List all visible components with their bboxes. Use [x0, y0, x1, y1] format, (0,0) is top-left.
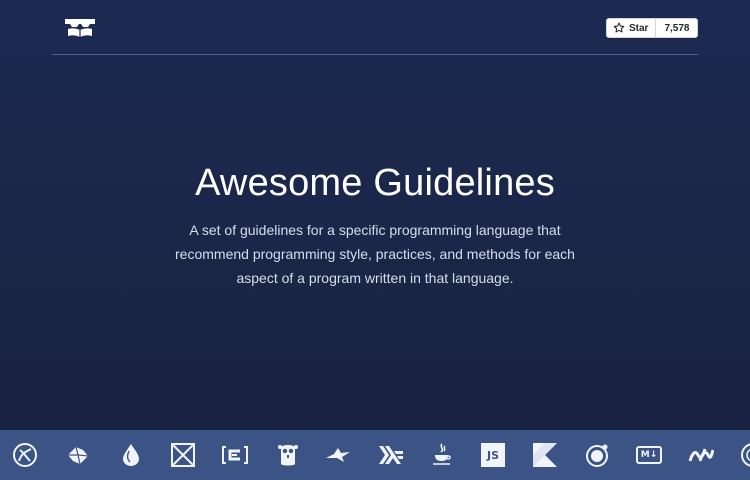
ring-icon-svg: [586, 444, 608, 467]
language-strip: JS M↓: [0, 430, 750, 480]
elm-icon[interactable]: [66, 442, 92, 468]
language-icon-row: JS M↓: [0, 430, 750, 480]
header-divider: [52, 54, 698, 55]
github-star-button[interactable]: Star: [607, 19, 657, 37]
circle-badge-icon-svg: [741, 443, 750, 467]
brackets-c-icon-svg: [222, 446, 248, 464]
star-count-link[interactable]: 7,578: [656, 19, 697, 37]
box-lambda-icon-svg: [171, 443, 195, 467]
markdown-icon[interactable]: M↓: [636, 442, 662, 468]
elixir-icon-svg: [123, 444, 139, 466]
markdown-label: M↓: [640, 449, 658, 460]
hero-section: Awesome Guidelines A set of guidelines f…: [0, 160, 750, 290]
github-star-widget: Star 7,578: [606, 18, 699, 38]
haskell-lambda-icon[interactable]: [170, 442, 196, 468]
java-icon[interactable]: [429, 442, 455, 468]
elixir-icon[interactable]: [118, 442, 144, 468]
gopher-icon[interactable]: [275, 442, 301, 468]
kotlin-icon-svg: [533, 443, 557, 467]
clojure-icon-svg: [13, 443, 37, 467]
brackets-c-icon[interactable]: [222, 442, 248, 468]
glasses-book-logo-icon[interactable]: [64, 18, 96, 38]
elm-icon-svg: [68, 446, 89, 465]
page-title: Awesome Guidelines: [195, 162, 555, 204]
star-label: Star: [629, 22, 649, 34]
bird-wing-icon-svg: [326, 448, 350, 462]
clojure-icon[interactable]: [12, 442, 38, 468]
haskell-icon[interactable]: [378, 442, 404, 468]
page: { "header": { "logo_icon": "glasses-book…: [0, 0, 750, 480]
page-description: A set of guidelines for a specific progr…: [175, 222, 575, 286]
top-bar: Star 7,578: [0, 0, 750, 56]
javascript-icon[interactable]: JS: [480, 442, 506, 468]
star-outline-icon: [613, 22, 625, 33]
java-cup-icon-svg: [433, 443, 451, 465]
php-icon[interactable]: [740, 442, 750, 468]
dotnet-icon-svg: [688, 448, 714, 462]
objective-c-icon[interactable]: [325, 442, 351, 468]
swift-icon[interactable]: [584, 442, 610, 468]
dotnet-icon[interactable]: [688, 442, 714, 468]
javascript-label: JS: [486, 448, 499, 462]
kotlin-icon[interactable]: [532, 442, 558, 468]
haskell-icon-svg: [379, 446, 403, 464]
gopher-icon-svg: [278, 445, 298, 466]
